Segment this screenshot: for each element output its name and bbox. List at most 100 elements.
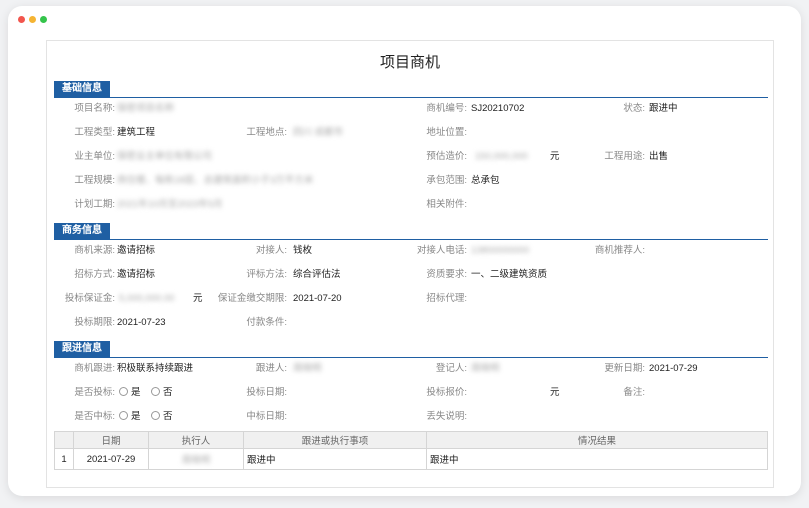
is-win-label: 是否中标: (74, 411, 115, 422)
is-win-no-radio[interactable]: 否 (151, 410, 173, 423)
radio-circle-icon (151, 386, 160, 396)
est-cost-unit: 元 (550, 151, 560, 162)
qualification-label: 资质要求: (426, 269, 467, 280)
bid-method-label: 招标方式: (74, 269, 115, 280)
plan-period-label: 计划工期: (74, 199, 115, 210)
section-header-follow: 跟进信息 (54, 341, 768, 358)
est-cost-label: 预估造价: (426, 151, 467, 162)
col-header-executor: 执行人 (148, 431, 244, 449)
status-value: 跟进中 (649, 103, 678, 114)
progress-value: 积极联系持续跟进 (117, 363, 194, 374)
opp-no-value: SJ20210702 (471, 103, 525, 114)
page-title: 项目商机 (379, 54, 440, 71)
radio-circle-icon (151, 410, 160, 420)
registrar-label: 登记人: (435, 363, 467, 374)
eval-method-value: 综合评估法 (293, 269, 341, 280)
col-header-date: 日期 (73, 431, 149, 449)
col-header-item: 跟进或执行事项 (243, 431, 427, 449)
section-tab-follow: 跟进信息 (54, 341, 110, 357)
eng-scale-label: 工程规模: (74, 175, 115, 186)
bid-deadline-value: 2021-07-23 (117, 317, 166, 328)
deposit-label: 投标保证金: (64, 293, 115, 304)
update-date-value: 2021-07-29 (649, 363, 698, 374)
eng-loc-label: 工程地点: (246, 127, 287, 138)
deposit-deadline-label: 保证金缴交期限: (217, 293, 287, 304)
contact-phone-label: 对接人电话: (416, 245, 467, 256)
project-name-value: 保密项目名称 (117, 103, 175, 114)
est-cost-value: 150,000,000 (475, 151, 528, 162)
contact-label: 对接人: (255, 245, 287, 256)
project-name-label: 项目名称: (74, 103, 115, 114)
eng-type-value: 建筑工程 (117, 127, 156, 138)
deposit-value: 5,000,000.00 (119, 293, 175, 304)
is-bid-no-radio[interactable]: 否 (151, 386, 173, 399)
update-date-label: 更新日期: (604, 363, 645, 374)
contract-scope-value: 总承包 (471, 175, 500, 186)
registrar-value: 周晓明 (471, 363, 500, 374)
is-bid-label: 是否投标: (74, 387, 115, 398)
follow-up-table: 日期 执行人 跟进或执行事项 情况结果 1 2021-07-29 周晓明 跟进中… (54, 431, 768, 470)
minimize-window-icon[interactable] (29, 16, 36, 23)
eng-scale-value: 商住楼、每栋18层、总建筑面积小于3万平方米 (117, 175, 314, 186)
opportunity-document: 项目商机 基础信息 项目名称: 保密项目名称 商机编号: SJ20210702 … (46, 40, 774, 488)
section-tab-basic: 基础信息 (54, 81, 110, 97)
cell-result: 跟进中 (426, 448, 768, 470)
source-label: 商机来源: (74, 245, 115, 256)
radio-circle-icon (119, 386, 128, 396)
is-win-yes-label: 是 (131, 411, 141, 422)
follower-value: 周晓明 (293, 363, 322, 374)
is-win-no-label: 否 (163, 411, 173, 422)
bid-date-label: 投标日期: (246, 387, 287, 398)
close-window-icon[interactable] (18, 16, 25, 23)
col-header-result: 情况结果 (426, 431, 768, 449)
bid-price-label: 投标报价: (426, 387, 467, 398)
eng-use-label: 工程用途: (604, 151, 645, 162)
progress-label: 商机跟进: (74, 363, 115, 374)
status-label: 状态: (623, 103, 645, 114)
contact-value: 钱枚 (293, 245, 313, 256)
table-row[interactable]: 1 2021-07-29 周晓明 跟进中 跟进中 (54, 448, 768, 470)
agency-label: 招标代理: (426, 293, 467, 304)
is-bid-yes-label: 是 (131, 387, 141, 398)
contract-scope-label: 承包范围: (426, 175, 467, 186)
bid-deadline-label: 投标期限: (74, 317, 115, 328)
col-header-index (54, 431, 74, 449)
eng-type-label: 工程类型: (74, 127, 115, 138)
plan-period-value: 2021年10月至2023年5月 (117, 199, 223, 210)
cell-item: 跟进中 (243, 448, 427, 470)
radio-circle-icon (119, 410, 128, 420)
opp-no-label: 商机编号: (426, 103, 467, 114)
is-bid-no-label: 否 (163, 387, 173, 398)
section-header-basic: 基础信息 (54, 81, 768, 98)
recommender-label: 商机推荐人: (594, 245, 645, 256)
owner-value: 保密业主单位有限公司 (117, 151, 213, 162)
eng-loc-value: 四川 成都市 (293, 127, 344, 138)
bid-method-value: 邀请招标 (117, 269, 156, 280)
maximize-window-icon[interactable] (40, 16, 47, 23)
section-tab-business: 商务信息 (54, 223, 110, 239)
win-date-label: 中标日期: (246, 411, 287, 422)
deposit-unit: 元 (193, 293, 203, 304)
eng-use-value: 出售 (649, 151, 669, 162)
table-header-row: 日期 执行人 跟进或执行事项 情况结果 (54, 431, 768, 449)
app-window: 项目商机 基础信息 项目名称: 保密项目名称 商机编号: SJ20210702 … (8, 6, 801, 496)
cell-executor: 周晓明 (148, 448, 244, 470)
loss-reason-label: 丢失说明: (426, 411, 467, 422)
is-win-yes-radio[interactable]: 是 (119, 410, 141, 423)
follower-label: 跟进人: (255, 363, 287, 374)
qualification-value: 一、二级建筑资质 (471, 269, 548, 280)
bid-price-unit: 元 (550, 387, 560, 398)
payment-label: 付款条件: (246, 317, 287, 328)
source-value: 邀请招标 (117, 245, 156, 256)
remark-label: 备注: (623, 387, 645, 398)
section-header-business: 商务信息 (54, 223, 768, 240)
cell-date: 2021-07-29 (73, 448, 149, 470)
cell-index: 1 (54, 448, 74, 470)
eval-method-label: 评标方法: (246, 269, 287, 280)
is-bid-yes-radio[interactable]: 是 (119, 386, 141, 399)
contact-phone-value: 13800000000 (471, 245, 530, 256)
owner-label: 业主单位: (74, 151, 115, 162)
address-label: 地址位置: (426, 127, 467, 138)
attachments-label: 相关附件: (426, 199, 467, 210)
deposit-deadline-value: 2021-07-20 (293, 293, 342, 304)
